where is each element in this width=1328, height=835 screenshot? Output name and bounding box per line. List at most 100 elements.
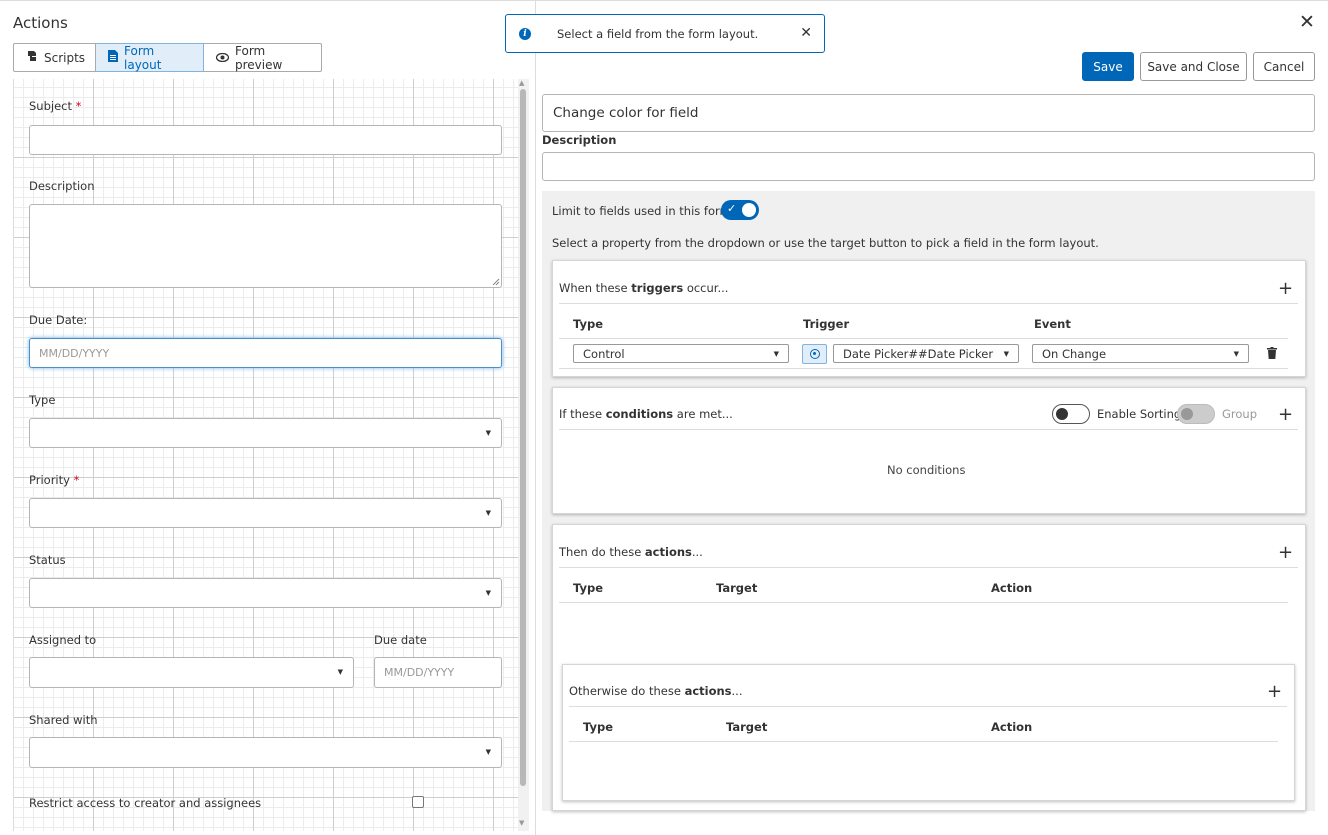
- triggers-title: When these triggers occur...: [559, 281, 729, 295]
- tab-scripts[interactable]: Scripts: [13, 43, 96, 72]
- tab-scripts-label: Scripts: [44, 50, 86, 65]
- pick-field-hint: Select a property from the dropdown or u…: [552, 236, 1099, 250]
- chevron-down-icon: ▼: [1233, 350, 1239, 358]
- conditions-title: If these conditions are met...: [559, 407, 733, 421]
- add-otherwise-action-icon[interactable]: +: [1267, 683, 1282, 701]
- scroll-down-arrow-icon[interactable]: ▼: [519, 819, 524, 827]
- save-and-close-button[interactable]: Save and Close: [1140, 52, 1247, 81]
- shared-with-label: Shared with: [29, 713, 98, 727]
- document-icon: [108, 50, 118, 65]
- enable-sorting-toggle[interactable]: [1052, 404, 1090, 424]
- eye-icon: [215, 51, 230, 65]
- otherwise-col-target: Target: [726, 720, 768, 734]
- trigger-event-value: On Change: [1042, 346, 1107, 361]
- restrict-access-label: Restrict access to creator and assignees: [29, 796, 262, 810]
- chevron-down-icon: ▼: [485, 748, 491, 756]
- actions-col-action: Action: [991, 581, 1033, 595]
- rule-description-label: Description: [542, 133, 617, 147]
- otherwise-title: Otherwise do these actions...: [569, 684, 743, 698]
- enable-sorting-label: Enable Sorting: [1097, 407, 1182, 421]
- trigger-type-value: Control: [583, 346, 625, 361]
- triggers-col-trigger: Trigger: [803, 317, 850, 331]
- group-label: Group: [1222, 407, 1258, 421]
- chevron-down-icon: ▼: [1003, 350, 1009, 358]
- restrict-access-checkbox[interactable]: [412, 796, 424, 808]
- chevron-down-icon: ▼: [485, 509, 491, 517]
- description-field[interactable]: [29, 204, 502, 288]
- target-icon: [809, 349, 820, 359]
- close-icon[interactable]: ✕: [1299, 11, 1315, 33]
- toast-close-icon[interactable]: ✕: [800, 25, 812, 41]
- required-mark: *: [75, 99, 82, 113]
- chevron-down-icon: ▼: [337, 668, 343, 676]
- scripts-icon: [26, 50, 38, 65]
- rule-name-value: Change color for field: [553, 105, 699, 121]
- trigger-field-select[interactable]: Date Picker##Date Picker ▼: [833, 344, 1019, 363]
- toast-message: Select a field from the form layout.: [557, 26, 759, 41]
- info-icon: i: [519, 27, 531, 40]
- trigger-event-select[interactable]: On Change ▼: [1032, 344, 1249, 363]
- info-toast: i Select a field from the form layout. ✕: [505, 14, 825, 53]
- actions-col-type: Type: [573, 581, 604, 595]
- assigned-to-label: Assigned to: [29, 633, 97, 647]
- divider: [559, 368, 1288, 369]
- triggers-col-event: Event: [1034, 317, 1071, 331]
- tab-form-layout[interactable]: Form layout: [96, 43, 204, 72]
- delete-trigger-icon[interactable]: [1267, 347, 1277, 362]
- divider: [569, 706, 1287, 707]
- priority-label: Priority *: [29, 473, 80, 487]
- otherwise-col-type: Type: [583, 720, 614, 734]
- divider: [559, 429, 1298, 430]
- add-action-icon[interactable]: +: [1278, 544, 1293, 562]
- priority-select[interactable]: ▼: [29, 498, 502, 528]
- otherwise-col-action: Action: [991, 720, 1033, 734]
- tab-form-layout-label: Form layout: [124, 43, 162, 72]
- checkmark-icon: ✓: [727, 202, 737, 215]
- limit-fields-toggle[interactable]: ✓: [721, 200, 759, 220]
- due-date2-placeholder: MM/DD/YYYY: [384, 666, 455, 679]
- divider: [569, 741, 1278, 742]
- rule-name-input[interactable]: Change color for field: [542, 94, 1315, 132]
- group-toggle[interactable]: [1177, 404, 1215, 424]
- scroll-up-arrow-icon[interactable]: ▲: [519, 79, 524, 87]
- canvas-scroll-thumb[interactable]: [520, 89, 526, 786]
- actions-title: Then do these actions...: [559, 545, 703, 559]
- actions-col-target: Target: [716, 581, 758, 595]
- add-trigger-icon[interactable]: +: [1278, 280, 1293, 298]
- status-label: Status: [29, 553, 66, 567]
- required-mark: *: [73, 473, 80, 487]
- due-date-label: Due Date:: [29, 313, 88, 327]
- shared-with-select[interactable]: ▼: [29, 737, 502, 768]
- save-button[interactable]: Save: [1082, 52, 1134, 81]
- subject-label: Subject *: [29, 99, 82, 113]
- assigned-to-select[interactable]: ▼: [29, 657, 354, 688]
- chevron-down-icon: ▼: [773, 350, 779, 358]
- resize-handle-icon: [492, 278, 500, 286]
- limit-fields-label: Limit to fields used in this form: [552, 204, 731, 218]
- subject-field[interactable]: [29, 125, 502, 155]
- description-label: Description: [29, 179, 95, 193]
- divider: [559, 338, 1288, 339]
- cancel-button[interactable]: Cancel: [1253, 52, 1315, 81]
- status-select[interactable]: ▼: [29, 578, 502, 608]
- due-date-field[interactable]: MM/DD/YYYY: [29, 338, 502, 368]
- trigger-type-select[interactable]: Control ▼: [573, 344, 789, 363]
- due-date2-label: Due date: [374, 633, 427, 647]
- chevron-down-icon: ▼: [485, 429, 491, 437]
- due-date2-field[interactable]: MM/DD/YYYY: [374, 657, 502, 688]
- trigger-field-value: Date Picker##Date Picker: [843, 346, 994, 361]
- add-condition-icon[interactable]: +: [1278, 406, 1293, 424]
- app-title: Actions: [13, 14, 68, 32]
- divider: [559, 567, 1298, 568]
- due-date-placeholder: MM/DD/YYYY: [39, 346, 110, 360]
- divider: [559, 602, 1288, 603]
- chevron-down-icon: ▼: [485, 589, 491, 597]
- type-select[interactable]: ▼: [29, 418, 502, 448]
- triggers-col-type: Type: [573, 317, 604, 331]
- type-label: Type: [29, 393, 56, 407]
- divider: [559, 303, 1298, 304]
- tab-form-preview[interactable]: Form preview: [204, 43, 322, 72]
- rule-description-input[interactable]: [542, 152, 1315, 181]
- tab-bar: Scripts Form layout Form preview: [13, 43, 322, 72]
- target-pick-button[interactable]: [802, 344, 827, 364]
